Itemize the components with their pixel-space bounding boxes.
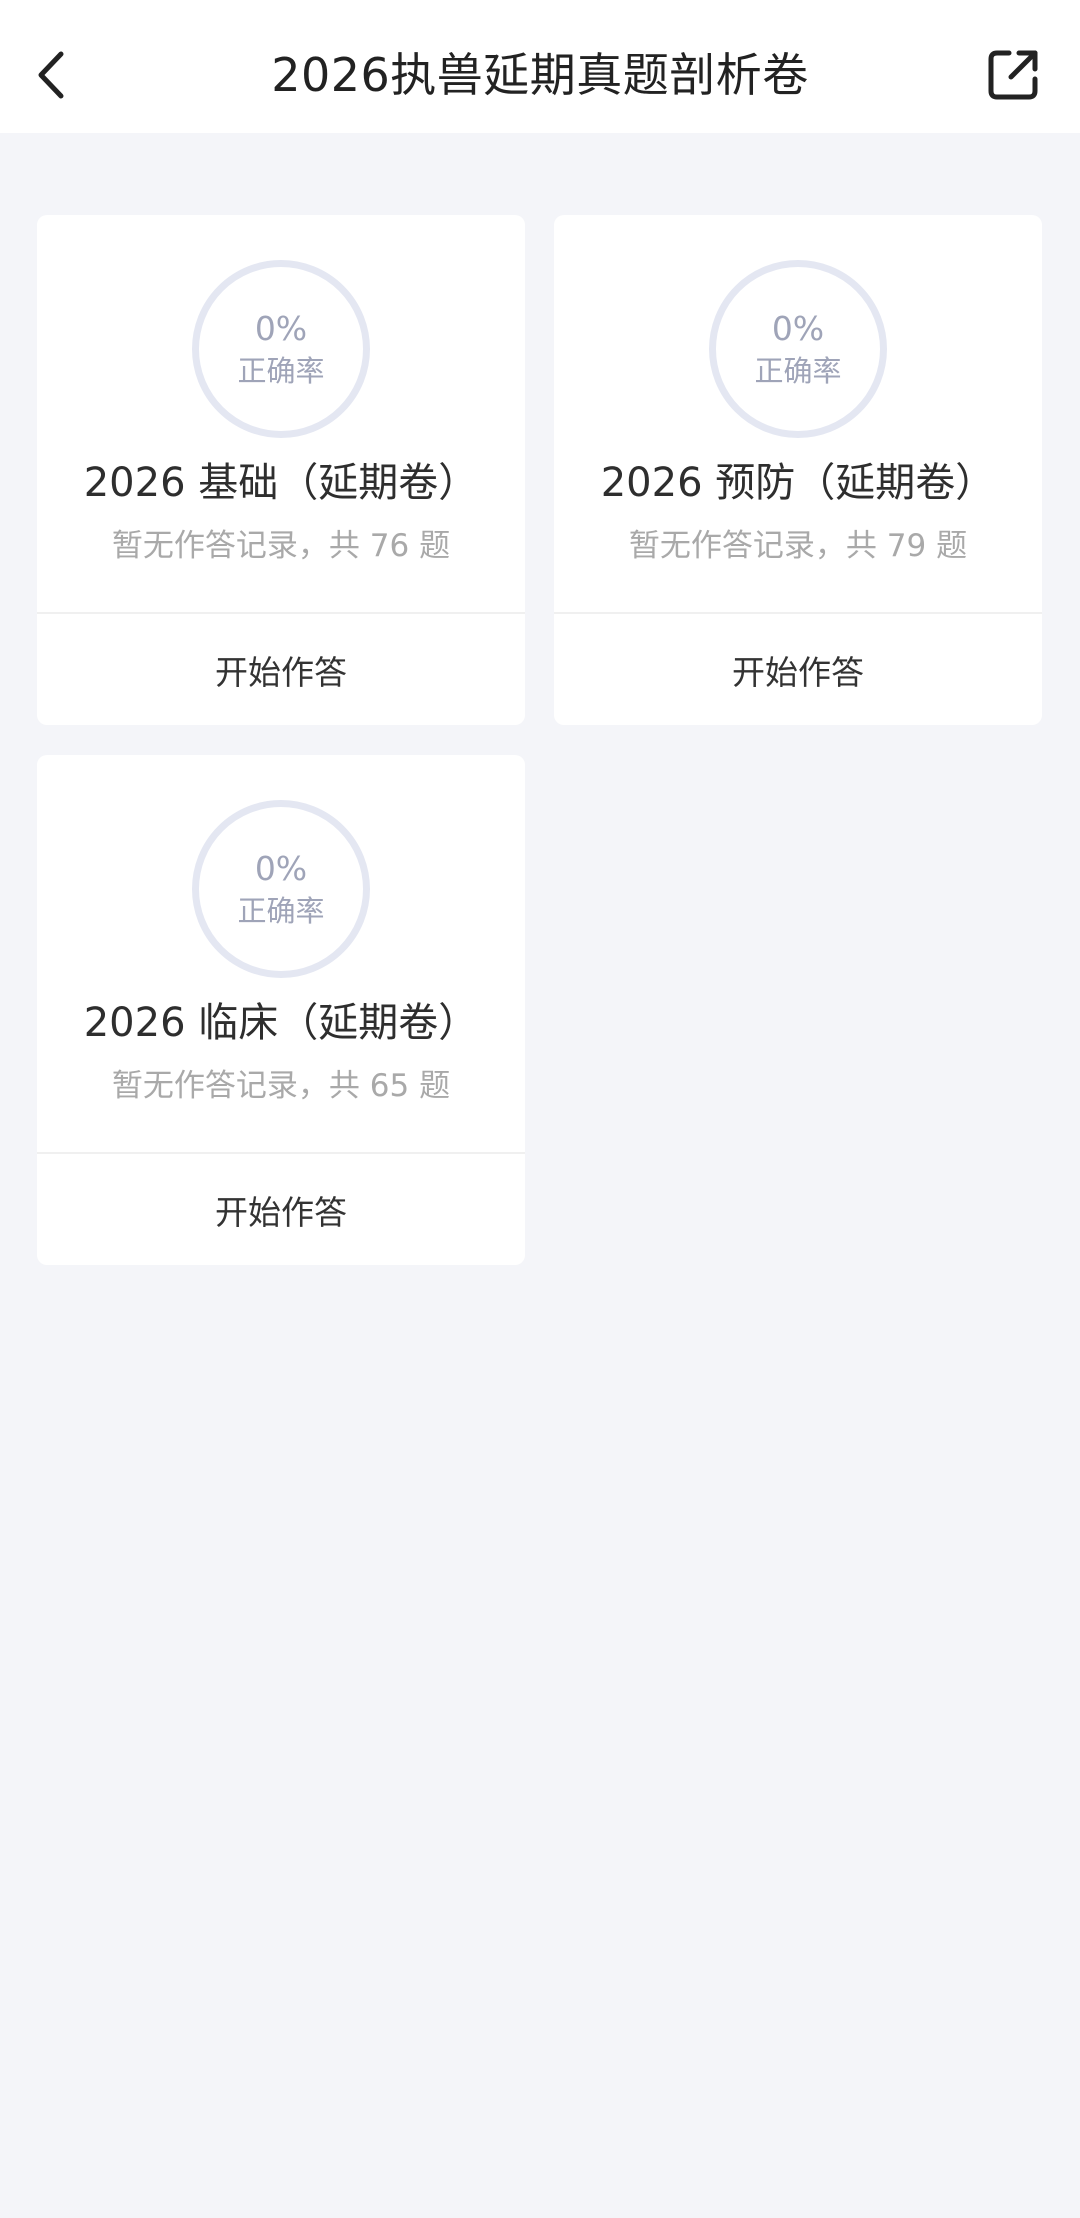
accuracy-label: 正确率 — [237, 354, 325, 388]
chevron-left-icon — [38, 51, 64, 99]
accuracy-percent: 0% — [771, 309, 825, 348]
start-answering-button[interactable]: 开始作答 — [37, 1154, 525, 1265]
share-external-icon — [988, 50, 1038, 100]
accuracy-label: 正确率 — [237, 894, 325, 928]
card-subtitle: 暂无作答记录，共 76 题 — [111, 528, 451, 564]
accuracy-label: 正确率 — [754, 354, 842, 388]
card-title: 2026 基础（延期卷） — [83, 460, 479, 506]
card-title: 2026 临床（延期卷） — [83, 1000, 479, 1046]
accuracy-percent: 0% — [254, 309, 308, 348]
page-title: 2026执兽延期真题剖析卷 — [271, 48, 809, 102]
accuracy-ring: 0% 正确率 — [709, 260, 887, 438]
exam-card-clinical: 0% 正确率 2026 临床（延期卷） 暂无作答记录，共 65 题 开始作答 — [37, 755, 525, 1265]
card-subtitle: 暂无作答记录，共 79 题 — [628, 528, 968, 564]
top-navigation-bar: 2026执兽延期真题剖析卷 — [0, 0, 1080, 133]
start-answering-button[interactable]: 开始作答 — [37, 614, 525, 725]
card-subtitle: 暂无作答记录，共 65 题 — [111, 1068, 451, 1104]
card-title: 2026 预防（延期卷） — [600, 460, 996, 506]
accuracy-ring: 0% 正确率 — [192, 260, 370, 438]
back-button[interactable] — [22, 38, 78, 112]
accuracy-percent: 0% — [254, 849, 308, 888]
exam-card-basic: 0% 正确率 2026 基础（延期卷） 暂无作答记录，共 76 题 开始作答 — [37, 215, 525, 725]
accuracy-ring: 0% 正确率 — [192, 800, 370, 978]
share-button[interactable] — [980, 42, 1046, 108]
start-answering-button[interactable]: 开始作答 — [554, 614, 1042, 725]
exam-card-prevention: 0% 正确率 2026 预防（延期卷） 暂无作答记录，共 79 题 开始作答 — [554, 215, 1042, 725]
